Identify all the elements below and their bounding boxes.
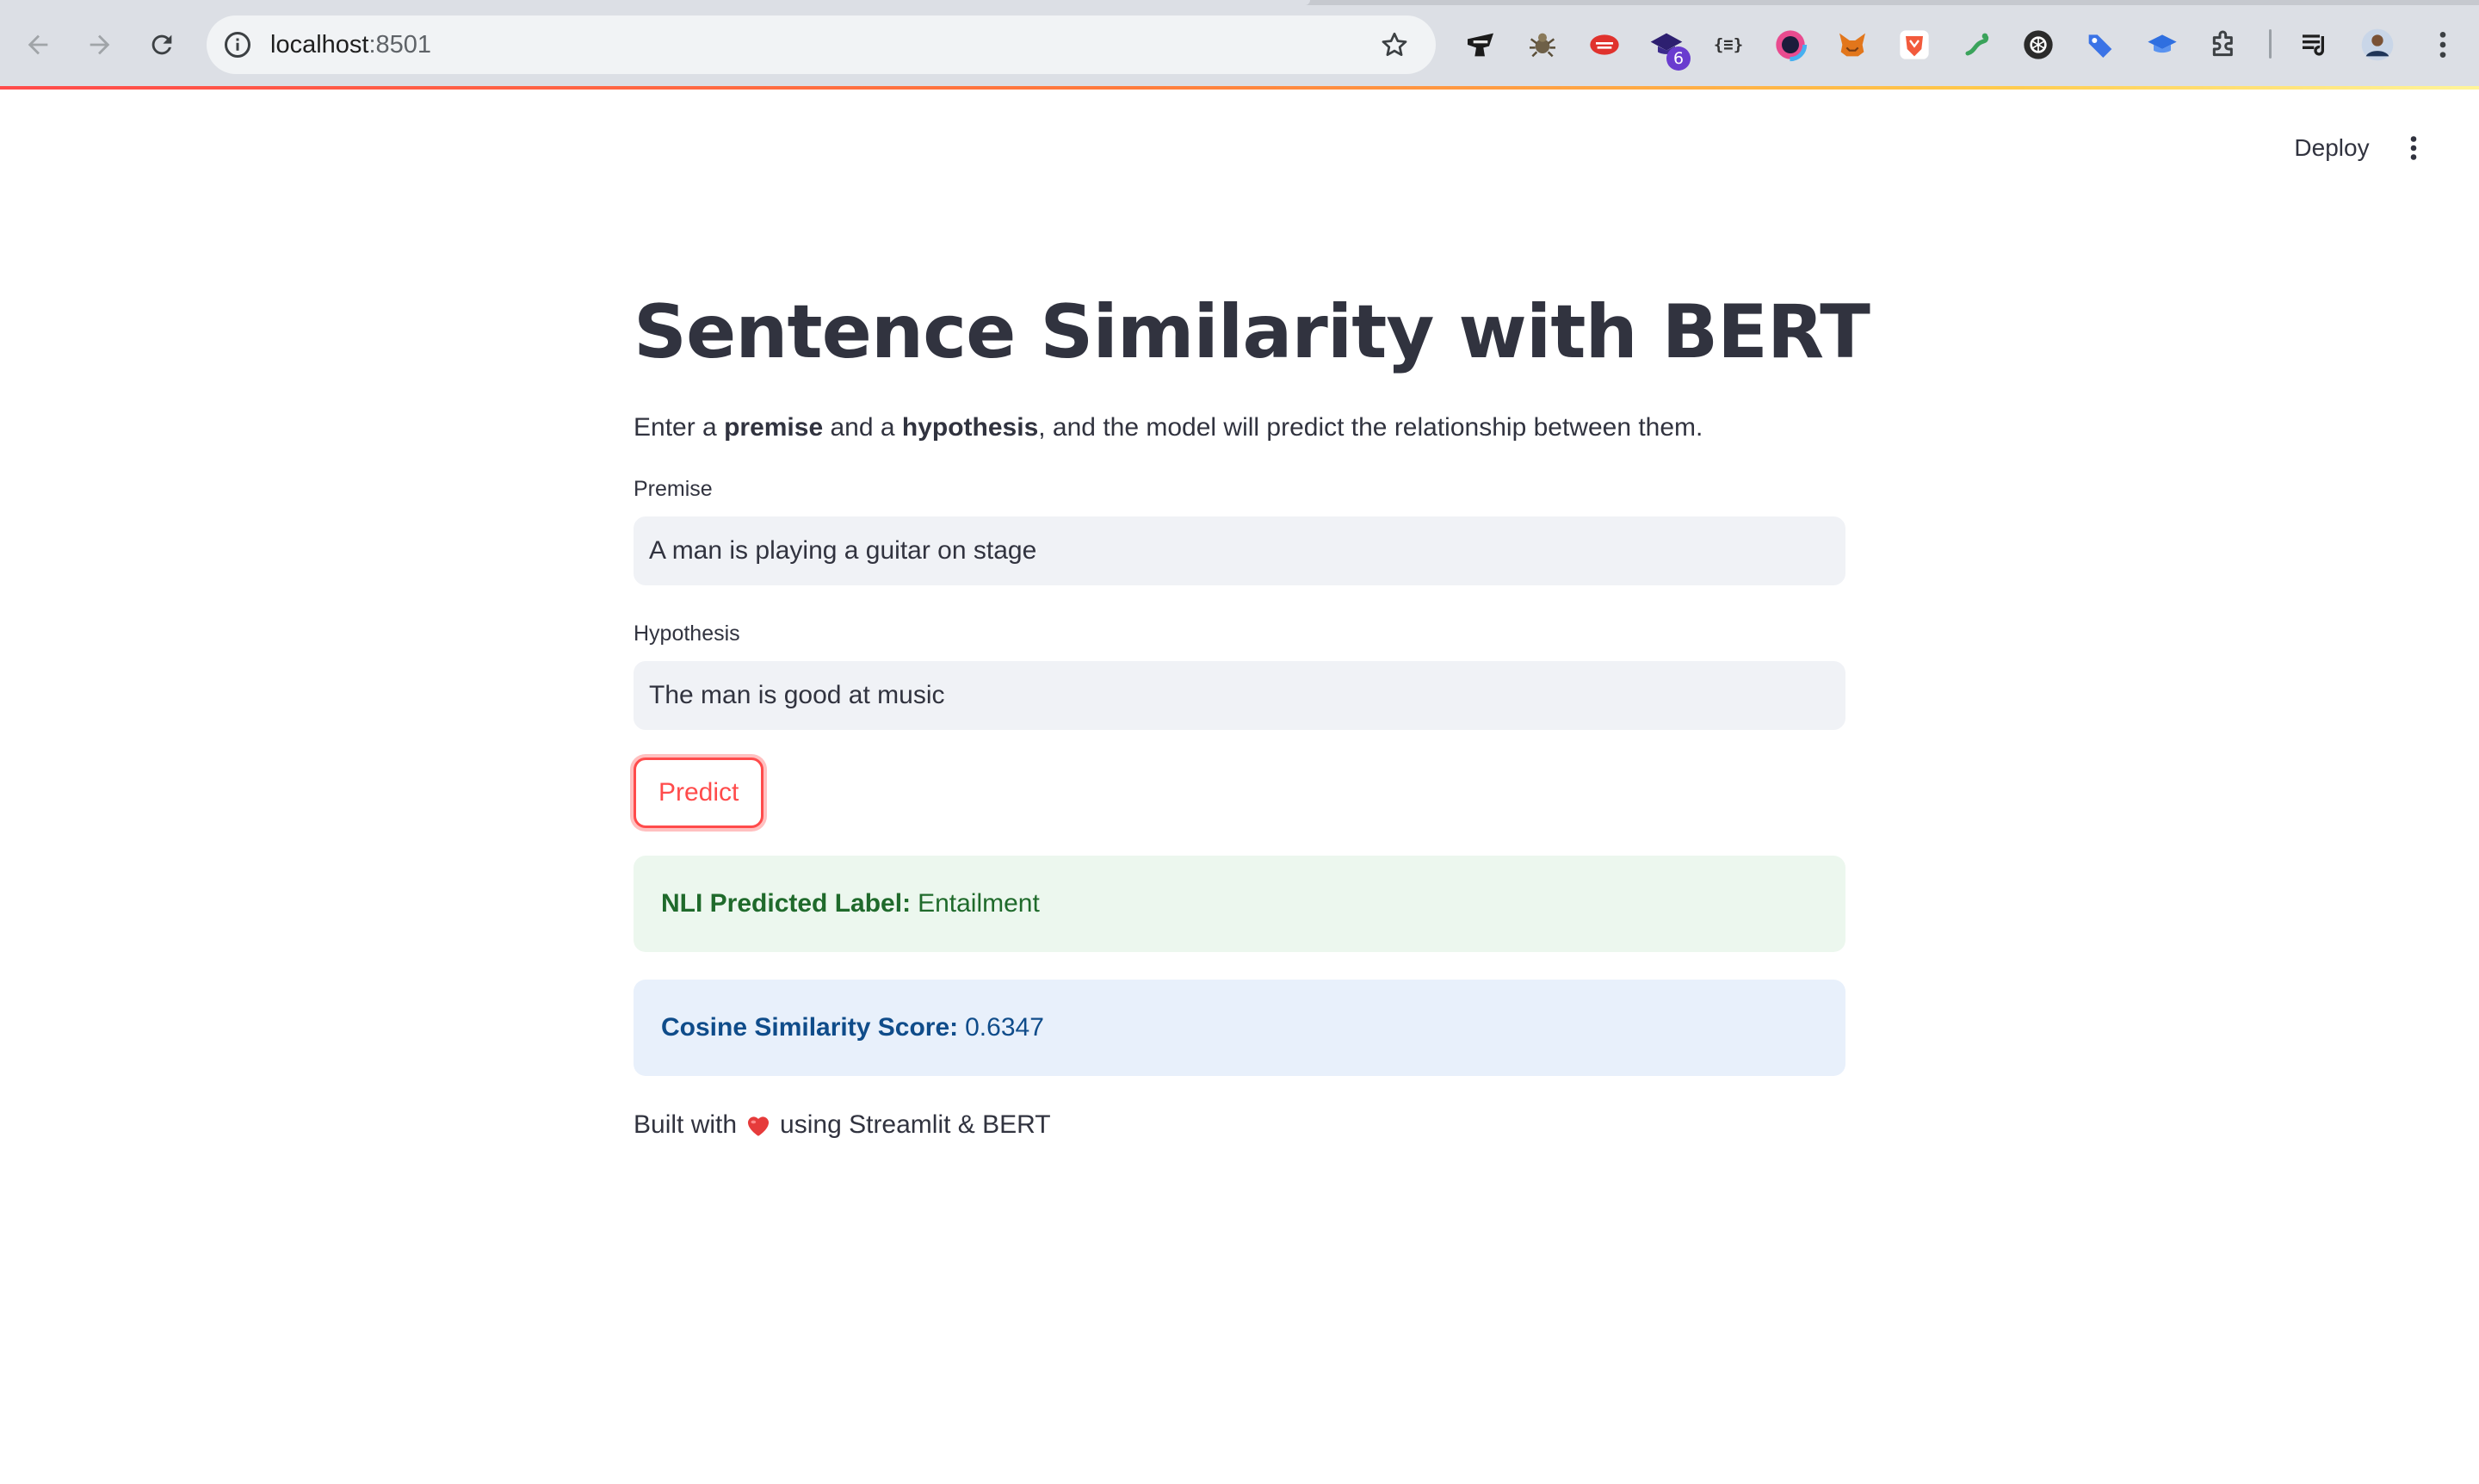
premise-label: Premise (634, 477, 713, 501)
tab-strip (0, 0, 2479, 5)
arrow-left-icon (28, 34, 48, 55)
spider-extension-icon[interactable] (1525, 28, 1560, 62)
media-controls-icon[interactable] (2298, 28, 2333, 62)
page-title: Sentence Similarity with BERT (634, 289, 1870, 375)
graduation-cap-extension-icon[interactable]: 6 (1649, 28, 1691, 71)
predict-container: Predict (634, 757, 1845, 828)
metamask-fox-extension-icon[interactable] (1835, 28, 1870, 62)
toolbar-divider (2269, 29, 2272, 59)
reload-icon (151, 34, 172, 55)
nli-result-alert: NLI Predicted Label: Entailment (634, 856, 1845, 952)
brave-lion-extension-icon[interactable] (1897, 28, 1932, 62)
arrow-right-icon (90, 34, 110, 55)
nli-result-value: Entailment (918, 889, 1040, 918)
active-tab[interactable] (0, 0, 1310, 5)
blue-cap-extension-icon[interactable] (2145, 28, 2179, 62)
intro-text: Enter a premise and a hypothesis, and th… (634, 408, 1845, 448)
blue-tag-extension-icon[interactable] (2083, 28, 2117, 62)
profile-avatar-icon[interactable] (2360, 28, 2395, 62)
deploy-button[interactable]: Deploy (2276, 121, 2388, 176)
intro-hypothesis-bold: hypothesis (901, 413, 1039, 442)
hypothesis-field: Hypothesis (634, 618, 1845, 730)
main-content: Sentence Similarity with BERT Enter a pr… (634, 275, 1870, 1145)
cosine-result-label: Cosine Similarity Score: (661, 1013, 959, 1042)
intro-part-3: , and the model will predict the relatio… (1038, 413, 1703, 442)
cosine-result-alert: Cosine Similarity Score: 0.6347 (634, 980, 1845, 1076)
cosine-result-value: 0.6347 (965, 1013, 1044, 1042)
json-formatter-extension-icon[interactable]: {≡} (1711, 28, 1746, 62)
url-host: localhost (270, 31, 369, 59)
reload-button[interactable] (136, 19, 188, 71)
browser-toolbar: localhost:8501 6 {≡} (0, 0, 2479, 86)
intro-part-1: Enter a (634, 413, 725, 442)
bookmark-star-icon[interactable] (1379, 29, 1410, 60)
lizard-extension-icon[interactable] (1959, 28, 1994, 62)
premise-field: Premise (634, 473, 1845, 585)
intro-premise-bold: premise (724, 413, 824, 442)
footer-text-after: using Streamlit & BERT (780, 1110, 1051, 1139)
footer-note: Built with using Streamlit & BERT (634, 1105, 1845, 1145)
heart-icon (744, 1110, 773, 1140)
premise-input[interactable] (634, 516, 1845, 585)
chrome-menu-icon[interactable] (2426, 28, 2460, 62)
hypothesis-label: Hypothesis (634, 621, 740, 646)
site-info-icon[interactable] (222, 29, 253, 60)
puzzle-extensions-icon[interactable] (2207, 28, 2241, 62)
address-bar[interactable]: localhost:8501 (207, 15, 1436, 74)
main-menu-button[interactable] (2391, 124, 2436, 172)
red-cloud-extension-icon[interactable] (1587, 28, 1622, 62)
hypothesis-input[interactable] (634, 661, 1845, 730)
color-picker-extension-icon[interactable] (1773, 28, 1808, 62)
predict-button[interactable]: Predict (634, 757, 764, 828)
openai-extension-icon[interactable] (2021, 28, 2056, 62)
intro-part-2: and a (823, 413, 902, 442)
back-button[interactable] (12, 19, 64, 71)
extension-badge: 6 (1666, 46, 1691, 71)
json-formatter-glyph: {≡} (1713, 35, 1744, 54)
url-text[interactable]: localhost:8501 (270, 15, 431, 74)
kebab-menu-icon (2410, 136, 2417, 160)
app-header: Deploy (0, 90, 2479, 208)
url-port: :8501 (368, 31, 432, 59)
ninja-extension-icon[interactable] (1463, 28, 1498, 62)
footer-text-before: Built with (634, 1110, 738, 1139)
nli-result-label: NLI Predicted Label: (661, 889, 912, 918)
forward-button[interactable] (74, 19, 126, 71)
